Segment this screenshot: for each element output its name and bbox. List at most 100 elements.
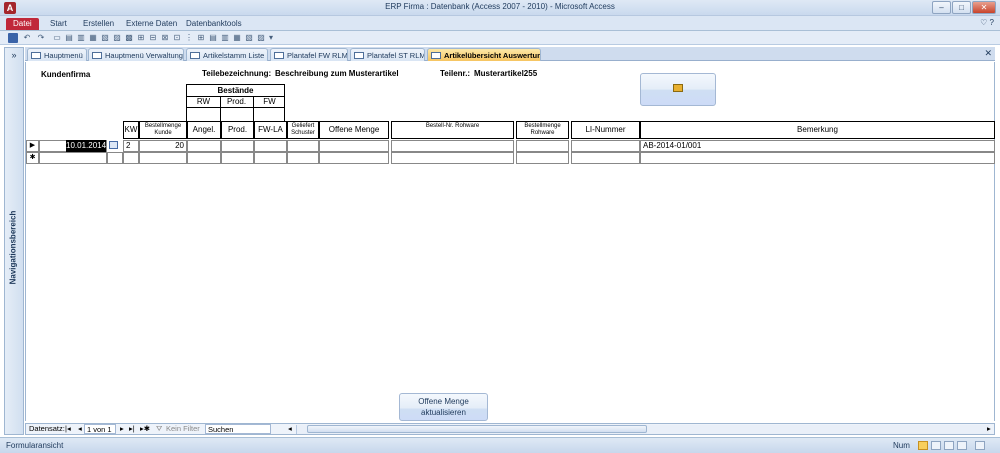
toolbar-icon-6[interactable]: ▨ <box>112 33 122 43</box>
form-icon <box>274 52 284 59</box>
new-kw-field[interactable] <box>123 152 139 164</box>
export-button[interactable] <box>640 73 716 106</box>
toolbar-icon-12[interactable]: ⋮ <box>184 33 194 43</box>
new-fw-la-field[interactable] <box>254 152 287 164</box>
new-delivered-field[interactable] <box>287 152 319 164</box>
nav-expand-icon[interactable]: » <box>5 50 23 60</box>
new-prod-field[interactable] <box>221 152 254 164</box>
toolbar-icon-1[interactable]: ▭ <box>52 33 62 43</box>
title-bar: A ERP Firma : Datenbank (Access 2007 - 2… <box>0 0 1000 16</box>
search-input[interactable]: Suchen <box>205 424 271 434</box>
navigation-pane[interactable]: » Navigationsbereich <box>4 47 24 435</box>
form-view-icon[interactable] <box>918 441 928 450</box>
close-button[interactable]: ✕ <box>972 1 996 14</box>
toolbar-icon-10[interactable]: ⊠ <box>160 33 170 43</box>
minimize-button[interactable]: – <box>932 1 951 14</box>
save-icon[interactable] <box>8 33 18 43</box>
new-remark-field[interactable] <box>640 152 995 164</box>
toolbar-icon-15[interactable]: ▥ <box>220 33 230 43</box>
open-qty-field[interactable] <box>319 140 389 152</box>
ribbon-tab-database-tools[interactable]: Datenbanktools <box>186 18 242 30</box>
toolbar-icon-9[interactable]: ⊟ <box>148 33 158 43</box>
toolbar-icon-7[interactable]: ▩ <box>124 33 134 43</box>
order-qty-raw-field[interactable] <box>516 140 569 152</box>
part-number-value[interactable]: Musterartikel255 <box>474 69 537 78</box>
prod-field[interactable] <box>221 140 254 152</box>
toolbar-icon-18[interactable]: ▨ <box>256 33 266 43</box>
record-selector[interactable]: ▶ <box>26 140 39 152</box>
new-order-no-raw-field[interactable] <box>391 152 514 164</box>
ribbon-tab-create[interactable]: Erstellen <box>83 18 114 30</box>
record-position-input[interactable]: 1 von 1 <box>84 424 116 434</box>
maximize-button[interactable]: □ <box>952 1 971 14</box>
close-document-icon[interactable]: ✕ <box>984 48 992 59</box>
scroll-right-button[interactable]: ▸ <box>987 424 991 434</box>
resize-grip-icon[interactable] <box>975 441 985 450</box>
toolbar-icon-13[interactable]: ⊞ <box>196 33 206 43</box>
ribbon-tab-start[interactable]: Start <box>50 18 67 30</box>
stock-sub-prod: Prod. <box>226 97 247 106</box>
doc-tab-hauptmenue[interactable]: Hauptmenü <box>27 48 87 61</box>
design-view-icon[interactable] <box>957 441 967 450</box>
help-icon[interactable]: ♡ ? <box>980 18 994 27</box>
new-record-button[interactable]: ▸✱ <box>140 424 150 434</box>
part-description-value[interactable]: Beschreibung zum Musterartikel <box>275 69 399 78</box>
customer-label: Kundenfirma <box>41 70 91 79</box>
toolbar-icon-3[interactable]: ▥ <box>76 33 86 43</box>
doc-tab-artikeluebersicht-auswertung[interactable]: Artikelübersicht Auswertung <box>427 48 541 61</box>
calendar-icon[interactable] <box>109 141 118 149</box>
form-icon <box>354 52 364 59</box>
new-angel-field[interactable] <box>187 152 221 164</box>
toolbar-icon-8[interactable]: ⊞ <box>136 33 146 43</box>
new-order-qty-field[interactable] <box>139 152 187 164</box>
next-record-button[interactable]: ▸ <box>120 424 124 434</box>
record-navigation-bar: Datensatz: |◂ ◂ 1 von 1 ▸ ▸| ▸✱ ⛛ Kein F… <box>25 423 995 435</box>
fw-la-field[interactable] <box>254 140 287 152</box>
first-record-button[interactable]: |◂ <box>65 424 71 434</box>
last-record-button[interactable]: ▸| <box>129 424 135 434</box>
doc-tab-plantafel-st-rlm[interactable]: Plantafel ST RLM <box>350 48 425 61</box>
toolbar-icon-16[interactable]: ▦ <box>232 33 242 43</box>
new-date-field[interactable] <box>39 152 107 164</box>
previous-record-button[interactable]: ◂ <box>78 424 82 434</box>
order-qty-field[interactable]: 20 <box>139 140 187 152</box>
filter-toggle[interactable]: Kein Filter <box>166 424 200 434</box>
col-header-kw: KW <box>123 121 139 139</box>
toolbar-icon-14[interactable]: ▤ <box>208 33 218 43</box>
undo-icon[interactable]: ↶ <box>22 33 32 43</box>
datasheet-view-icon[interactable] <box>931 441 941 450</box>
doc-tab-plantafel-fw-rlm[interactable]: Plantafel FW RLM <box>270 48 348 61</box>
form-icon <box>31 52 41 59</box>
new-order-qty-raw-field[interactable] <box>516 152 569 164</box>
update-open-qty-button[interactable]: Offene Menge aktualisieren <box>399 393 488 421</box>
toolbar-icon-2[interactable]: ▤ <box>64 33 74 43</box>
customize-toolbar-icon[interactable]: ▾ <box>266 33 276 43</box>
new-li-no-field[interactable] <box>571 152 640 164</box>
layout-view-icon[interactable] <box>944 441 954 450</box>
filter-icon[interactable]: ⛛ <box>156 424 162 434</box>
new-calendar-field[interactable] <box>107 152 123 164</box>
horizontal-scrollbar[interactable] <box>296 425 989 434</box>
toolbar-icon-11[interactable]: ⊡ <box>172 33 182 43</box>
li-no-field[interactable] <box>571 140 640 152</box>
navigation-pane-label[interactable]: Navigationsbereich <box>9 188 18 308</box>
scroll-left-button[interactable]: ◂ <box>288 424 292 434</box>
toolbar-icon-4[interactable]: ▦ <box>88 33 98 43</box>
new-open-qty-field[interactable] <box>319 152 389 164</box>
toolbar-icon-17[interactable]: ▧ <box>244 33 254 43</box>
doc-tab-hauptmenue-verwaltung[interactable]: Hauptmenü Verwaltung <box>88 48 184 61</box>
new-record-selector[interactable]: ✱ <box>26 152 39 164</box>
order-no-raw-field[interactable] <box>391 140 514 152</box>
col-header-order-no-raw: Bestell-Nr. Rohware <box>391 121 514 139</box>
ribbon-tab-file[interactable]: Datei <box>6 18 39 30</box>
toolbar-icon-5[interactable]: ▧ <box>100 33 110 43</box>
date-value[interactable]: 10.01.2014 <box>66 140 106 152</box>
angel-field[interactable] <box>187 140 221 152</box>
delivered-field[interactable] <box>287 140 319 152</box>
scrollbar-thumb[interactable] <box>307 425 647 433</box>
ribbon-tab-external-data[interactable]: Externe Daten <box>126 18 177 30</box>
doc-tab-artikelstamm-liste[interactable]: Artikelstamm Liste <box>186 48 268 61</box>
remark-field[interactable]: AB-2014-01/001 <box>640 140 995 152</box>
redo-icon[interactable]: ↷ <box>36 33 46 43</box>
kw-field[interactable]: 2 <box>123 140 139 152</box>
